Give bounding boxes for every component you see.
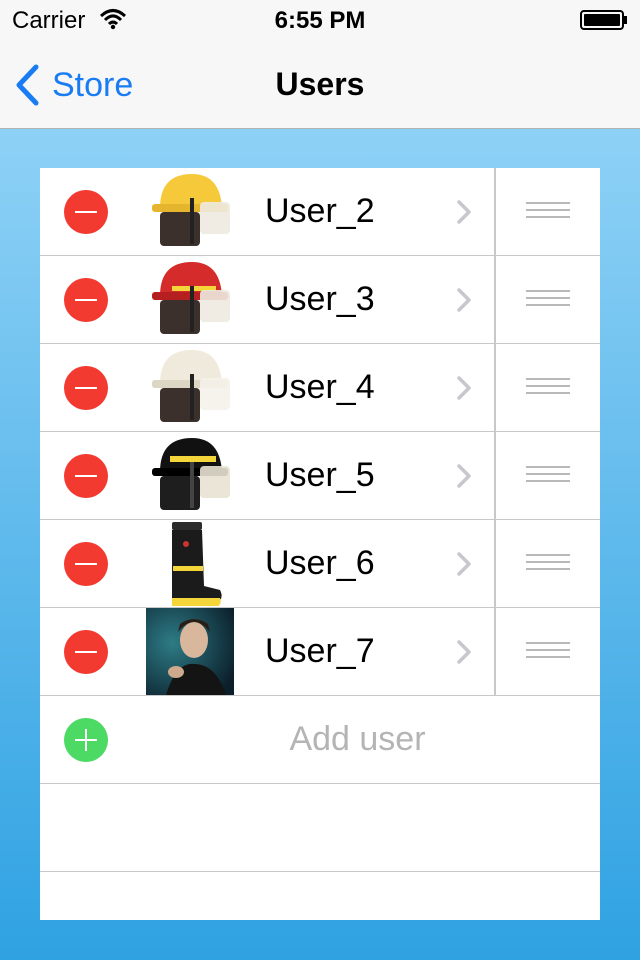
user-row[interactable]: User_5 [40, 432, 600, 520]
status-bar: Carrier 6:55 PM [0, 0, 640, 40]
user-row[interactable]: User_7 [40, 608, 600, 696]
chevron-right-icon [457, 288, 471, 312]
row-divider [494, 344, 496, 431]
user-name: User_5 [265, 456, 375, 494]
reorder-line [526, 392, 570, 394]
navigation-bar: Store Users [0, 40, 640, 129]
chevron-right-icon [457, 464, 471, 488]
reorder-line [526, 480, 570, 482]
reorder-handle[interactable] [526, 466, 570, 486]
user-row[interactable]: User_6 [40, 520, 600, 608]
add-user-label[interactable]: Add user [40, 720, 640, 759]
reorder-handle[interactable] [526, 554, 570, 574]
white-helmet-avatar [152, 350, 230, 422]
row-divider [494, 608, 496, 695]
battery-icon [580, 10, 627, 30]
reorder-line [526, 656, 570, 658]
users-table: User_2 User_3 User_4 User_5 User_6 User_… [40, 168, 600, 920]
reorder-line [526, 561, 570, 563]
reorder-handle[interactable] [526, 202, 570, 222]
black-helmet-avatar [152, 438, 230, 510]
red-helmet-avatar [152, 262, 230, 334]
delete-button[interactable] [64, 542, 108, 586]
chevron-right-icon [457, 200, 471, 224]
delete-button[interactable] [64, 190, 108, 234]
user-name: User_3 [265, 280, 375, 318]
reorder-handle[interactable] [526, 290, 570, 310]
empty-row [40, 784, 600, 872]
reorder-line [526, 290, 570, 292]
reorder-line [526, 304, 570, 306]
reorder-line [526, 554, 570, 556]
reorder-line [526, 216, 570, 218]
row-divider [494, 432, 496, 519]
portrait-photo-avatar [146, 608, 234, 695]
user-name: User_7 [265, 632, 375, 670]
content-background: User_2 User_3 User_4 User_5 User_6 User_… [0, 129, 640, 960]
user-row[interactable]: User_3 [40, 256, 600, 344]
reorder-line [526, 202, 570, 204]
reorder-line [526, 473, 570, 475]
chevron-right-icon [457, 376, 471, 400]
user-row[interactable]: User_4 [40, 344, 600, 432]
fire-boot-avatar [172, 522, 222, 606]
reorder-line [526, 297, 570, 299]
reorder-line [526, 378, 570, 380]
clock: 6:55 PM [274, 7, 366, 34]
yellow-helmet-avatar [152, 174, 230, 246]
reorder-handle[interactable] [526, 642, 570, 662]
delete-button[interactable] [64, 278, 108, 322]
chevron-right-icon [457, 552, 471, 576]
reorder-line [526, 466, 570, 468]
row-divider [494, 256, 496, 343]
page-title: Users [275, 66, 365, 102]
reorder-line [526, 568, 570, 570]
add-user-row[interactable]: Add user [40, 696, 600, 784]
reorder-line [526, 385, 570, 387]
row-divider [494, 520, 496, 607]
user-name: User_6 [265, 544, 375, 582]
reorder-line [526, 209, 570, 211]
user-name: User_2 [265, 192, 375, 230]
delete-button[interactable] [64, 630, 108, 674]
chevron-right-icon [457, 640, 471, 664]
reorder-handle[interactable] [526, 378, 570, 398]
reorder-line [526, 642, 570, 644]
reorder-line [526, 649, 570, 651]
delete-button[interactable] [64, 366, 108, 410]
user-row[interactable]: User_2 [40, 168, 600, 256]
row-divider [494, 168, 496, 255]
user-name: User_4 [265, 368, 375, 406]
delete-button[interactable] [64, 454, 108, 498]
